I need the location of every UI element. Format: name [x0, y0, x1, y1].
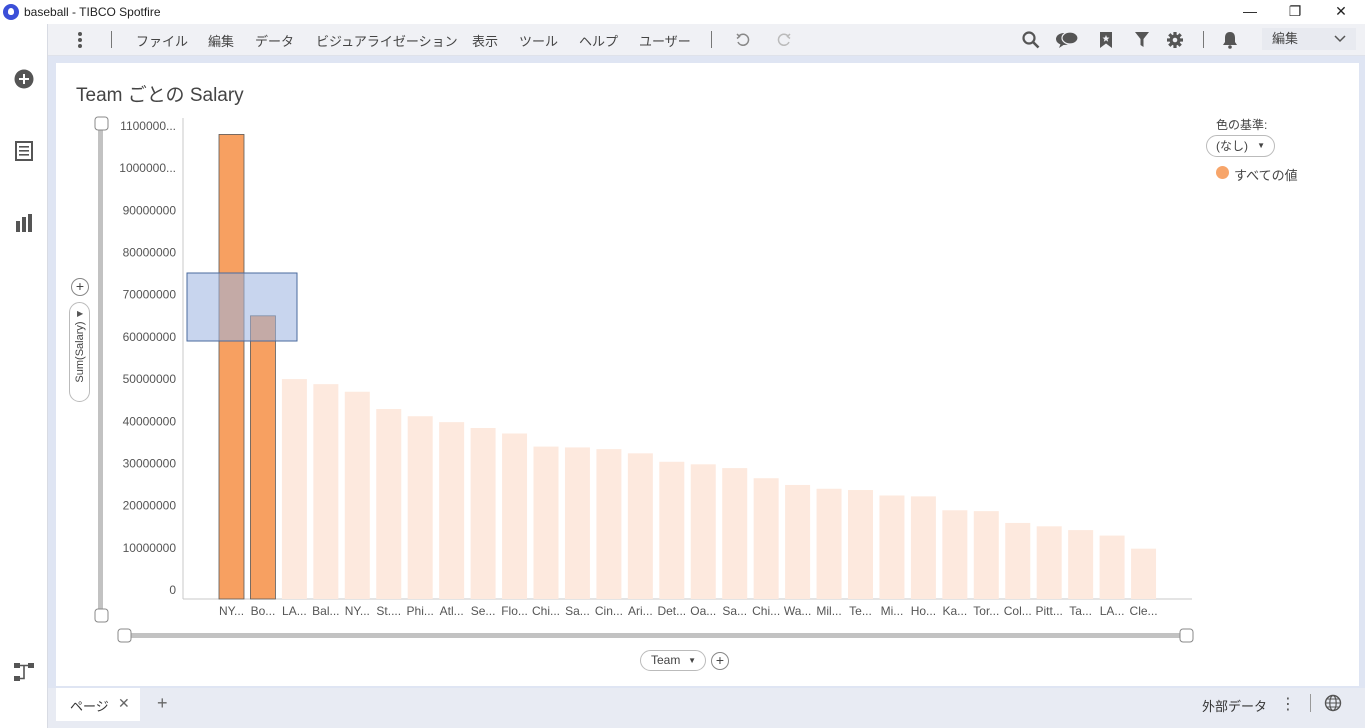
external-data-label[interactable]: 外部データ	[1202, 696, 1267, 715]
more-vertical-icon[interactable]	[68, 28, 92, 52]
bar[interactable]	[816, 488, 842, 599]
filter-icon[interactable]	[1130, 28, 1154, 52]
add-y-axis-button[interactable]: +	[71, 278, 89, 296]
edit-mode-dropdown[interactable]: 編集	[1262, 28, 1356, 50]
restore-button[interactable]: ❐	[1272, 0, 1318, 22]
add-icon[interactable]	[12, 67, 36, 91]
x-axis-label: Team	[651, 653, 681, 667]
bar[interactable]	[596, 449, 622, 599]
menu-file[interactable]: ファイル	[136, 31, 188, 50]
visualization-icon[interactable]	[12, 211, 36, 235]
add-x-axis-button[interactable]: +	[711, 652, 729, 670]
bar[interactable]	[502, 433, 528, 599]
bar[interactable]	[910, 496, 936, 599]
bar[interactable]	[281, 379, 307, 599]
menu-visualization[interactable]: ビジュアライゼーション	[316, 31, 458, 50]
bar[interactable]	[879, 495, 905, 599]
page-navigation-bar	[48, 688, 1365, 728]
bar[interactable]	[785, 484, 811, 599]
legend-title: 色の基準:	[1216, 118, 1268, 132]
x-range-slider-handle-right[interactable]	[1179, 628, 1194, 643]
bar[interactable]	[848, 490, 873, 599]
chevron-down-icon	[1334, 28, 1346, 58]
caret-right-icon: ▶	[77, 309, 84, 318]
color-by-selector[interactable]: (なし) ▼	[1206, 135, 1275, 157]
bar[interactable]	[407, 416, 433, 599]
toolbar-separator	[711, 31, 712, 48]
bar[interactable]	[690, 464, 716, 599]
data-table-icon[interactable]	[12, 139, 36, 163]
add-page-button[interactable]: +	[157, 693, 168, 714]
bar[interactable]	[439, 422, 465, 599]
bar[interactable]	[470, 428, 496, 599]
menu-data[interactable]: データ	[255, 31, 294, 50]
menu-help[interactable]: ヘルプ	[579, 31, 618, 50]
bar[interactable]	[218, 134, 245, 600]
spotfire-logo-icon	[3, 4, 19, 20]
bar[interactable]	[1036, 526, 1062, 599]
bar[interactable]	[344, 391, 370, 599]
bar[interactable]	[753, 478, 779, 599]
toolbar-separator	[1203, 31, 1204, 48]
bar[interactable]	[942, 510, 968, 599]
legend-color-swatch[interactable]	[1216, 166, 1229, 179]
page-tab[interactable]: ページ ✕	[56, 688, 140, 721]
bookmark-icon[interactable]	[1094, 28, 1118, 52]
search-icon[interactable]	[1019, 28, 1043, 52]
bar[interactable]	[250, 315, 276, 600]
y-axis-label: Sum(Salary)	[73, 321, 86, 383]
redo-icon[interactable]	[772, 28, 796, 52]
main-toolbar: ファイル 編集 データ ビジュアライゼーション 表示 ツール ヘルプ ユーザー …	[48, 24, 1365, 56]
y-range-slider-handle-bottom[interactable]	[94, 608, 109, 623]
legend-entry-label[interactable]: すべての値	[1234, 165, 1298, 184]
bar[interactable]	[659, 461, 685, 599]
close-button[interactable]: ✕	[1318, 0, 1364, 22]
toolbar-separator	[111, 31, 112, 48]
left-sidebar	[0, 24, 48, 728]
y-range-slider-handle-top[interactable]	[94, 116, 109, 131]
menu-user[interactable]: ユーザー	[639, 31, 691, 50]
x-axis-selector[interactable]: Team ▼	[640, 650, 706, 671]
window-title-bar: baseball - TIBCO Spotfire — ❐ ✕	[0, 0, 1365, 24]
menu-view[interactable]: 表示	[472, 31, 498, 50]
menu-edit[interactable]: 編集	[208, 31, 234, 50]
bar[interactable]	[313, 384, 339, 599]
undo-icon[interactable]	[731, 28, 755, 52]
bar[interactable]	[1131, 548, 1157, 599]
bottom-separator	[1310, 694, 1311, 712]
bar[interactable]	[564, 447, 590, 599]
bar[interactable]	[722, 468, 748, 599]
menu-tools[interactable]: ツール	[519, 31, 558, 50]
bar[interactable]	[1099, 535, 1125, 599]
bar[interactable]	[973, 511, 999, 599]
comments-icon[interactable]	[1055, 28, 1079, 52]
bar[interactable]	[1068, 530, 1094, 599]
caret-down-icon: ▼	[688, 656, 696, 665]
bar[interactable]	[376, 409, 402, 599]
data-canvas-icon[interactable]	[12, 660, 36, 684]
caret-down-icon: ▼	[1257, 141, 1265, 150]
globe-icon[interactable]	[1324, 694, 1342, 712]
color-by-value: (なし)	[1216, 139, 1248, 153]
settings-icon[interactable]	[1163, 28, 1187, 52]
page-tab-label: ページ	[70, 699, 109, 714]
close-icon[interactable]: ✕	[118, 695, 130, 712]
x-range-slider-handle-left[interactable]	[117, 628, 132, 643]
minimize-button[interactable]: —	[1227, 0, 1273, 22]
window-title: baseball - TIBCO Spotfire	[24, 5, 161, 19]
bar[interactable]	[627, 453, 653, 599]
notification-icon[interactable]	[1218, 28, 1242, 52]
edit-mode-label: 編集	[1272, 31, 1299, 46]
visualization-title: Team ごとの Salary	[76, 85, 244, 106]
bar[interactable]	[533, 446, 559, 599]
bar[interactable]	[1005, 522, 1031, 599]
more-options-icon[interactable]: ⋮	[1280, 694, 1296, 714]
y-axis-selector[interactable]: ▶ Sum(Salary)	[69, 302, 90, 402]
